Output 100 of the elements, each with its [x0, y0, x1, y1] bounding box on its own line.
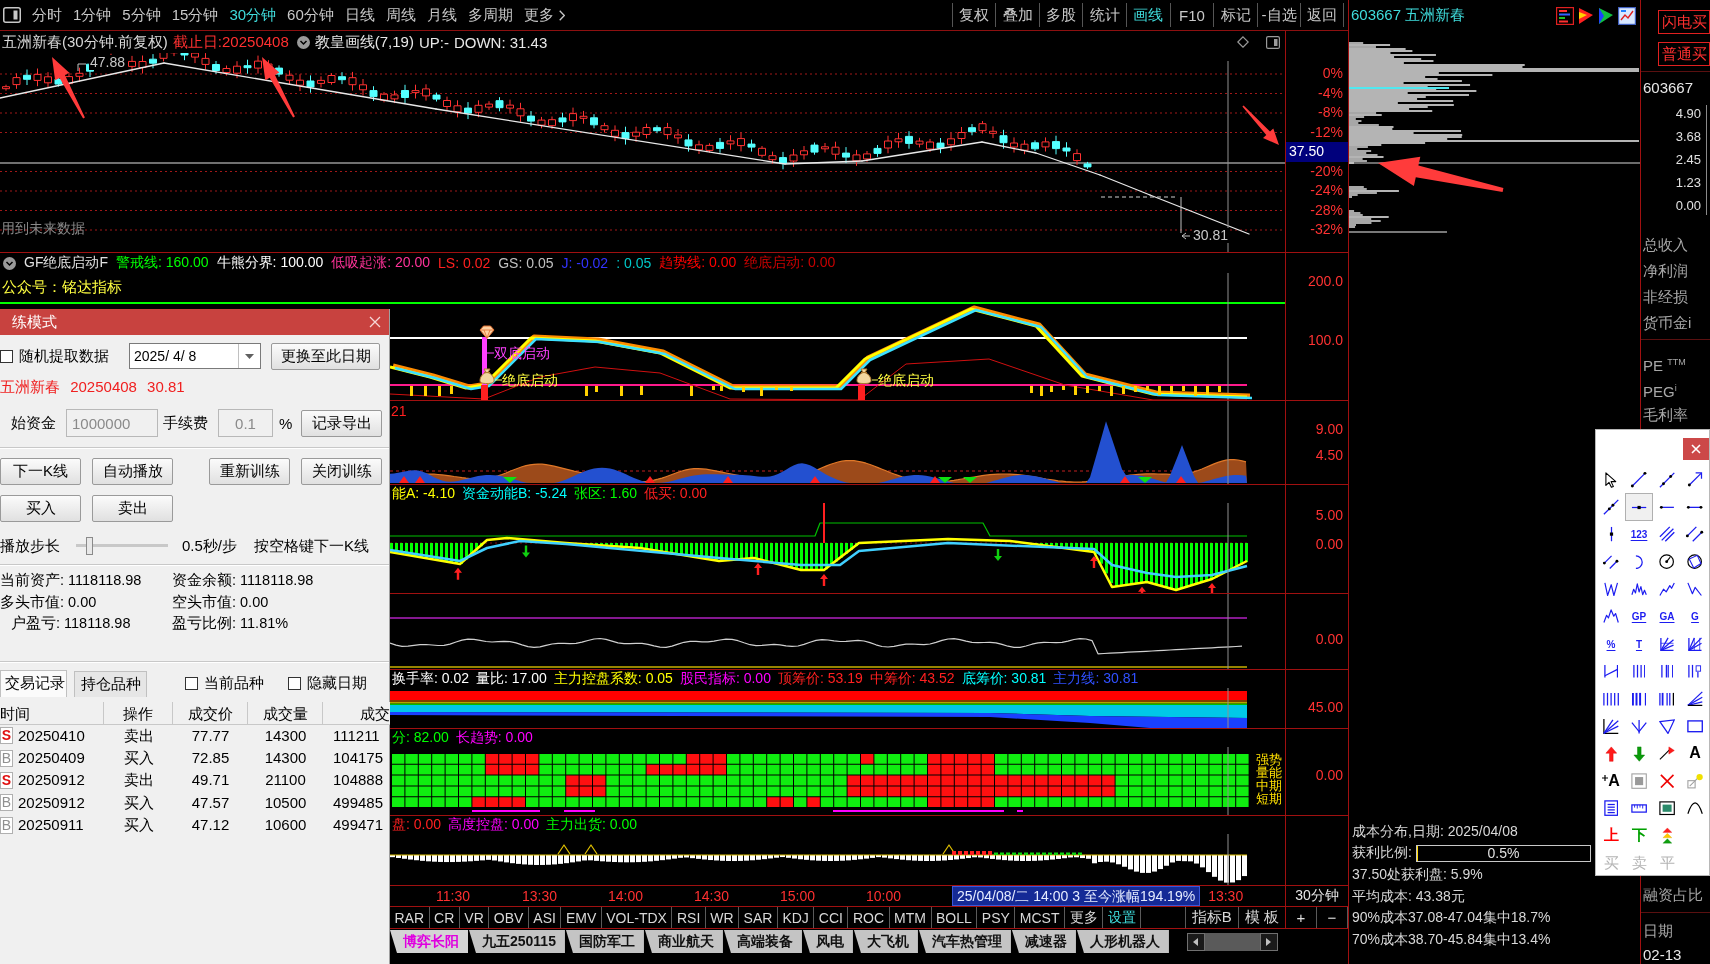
sector-tab[interactable]: 减速器	[1011, 930, 1076, 953]
tool-button[interactable]: A	[1681, 739, 1709, 768]
chevron-circle-icon[interactable]	[3, 256, 16, 270]
time-label: 14:00	[608, 888, 645, 904]
date-field[interactable]: 2025/ 4/ 8	[129, 343, 261, 369]
indicator-tab[interactable]: OBV	[489, 907, 529, 928]
axis-label: 5.00	[1314, 506, 1344, 524]
indicator-tab[interactable]: 更多	[1065, 907, 1103, 928]
scroll-left-button[interactable]	[1186, 932, 1205, 951]
tool-button[interactable]: %	[1597, 630, 1625, 658]
sector-tab[interactable]: 汽车热管理	[918, 930, 1011, 953]
panel-toggle-icon[interactable]	[1266, 35, 1280, 49]
chevron-circle-icon[interactable]	[296, 35, 310, 49]
indicator-tab[interactable]: RSI	[672, 907, 706, 928]
bars-icon[interactable]	[1556, 6, 1574, 25]
checkbox[interactable]	[0, 349, 13, 363]
sector-tab[interactable]: 国防军工	[565, 930, 644, 953]
period-tab[interactable]: 月线	[426, 5, 457, 25]
checkbox[interactable]	[185, 676, 198, 690]
sector-tab[interactable]: 风电	[802, 930, 853, 953]
toolbar-button[interactable]: 多股	[1038, 3, 1083, 27]
indicator-tab[interactable]: SAR	[739, 907, 778, 928]
dialog-button[interactable]: 买入	[0, 494, 81, 522]
change-date-button[interactable]: 更换至此日期	[271, 342, 380, 370]
tool-button[interactable]: T	[1625, 630, 1653, 658]
indicator-tab[interactable]: ASI	[528, 907, 562, 928]
dialog-button[interactable]: 自动播放	[92, 457, 173, 485]
zoom-button[interactable]: +	[1286, 907, 1317, 928]
dialog-button[interactable]: 下一K线	[0, 457, 81, 485]
flag-icon[interactable]	[1578, 6, 1594, 25]
indicator-tab[interactable]: EMV	[561, 907, 602, 928]
indicator-tab[interactable]: VOL-TDX	[601, 907, 673, 928]
dialog-button[interactable]: 关闭训练	[301, 457, 382, 485]
sector-tab[interactable]: 九五250115	[469, 930, 565, 953]
finance-label: 毛利率	[1642, 405, 1689, 424]
indicator-value: 低吸起涨: 20.00	[331, 254, 431, 272]
scroll-right-button[interactable]	[1259, 932, 1278, 951]
tool-button[interactable]: GP	[1625, 602, 1653, 631]
tool-button[interactable]	[1625, 493, 1653, 521]
sector-tab[interactable]: 商业航天	[644, 930, 723, 953]
indicator-tab[interactable]: MTM	[889, 907, 932, 928]
sidebar-toggle-icon[interactable]	[3, 7, 21, 23]
more-button[interactable]: 更多	[523, 5, 565, 25]
chart-icon[interactable]	[1618, 6, 1636, 25]
close-button[interactable]	[1683, 438, 1709, 460]
toolbar-button[interactable]: 画线	[1126, 3, 1170, 27]
toolbar-button[interactable]: 统计	[1082, 3, 1127, 27]
flag-icon[interactable]	[1598, 6, 1614, 25]
period-tab[interactable]: 分时	[32, 5, 62, 25]
tab[interactable]: 持仓品种	[74, 670, 147, 697]
row-label: 强势	[1256, 753, 1282, 766]
export-button[interactable]: 记录导出	[301, 409, 383, 437]
sector-tab[interactable]: 人形机器人	[1076, 930, 1169, 953]
toolbar-button[interactable]: 叠加	[995, 3, 1039, 27]
tab[interactable]: 交易记录	[0, 669, 67, 697]
indicator-tab[interactable]: 指标B	[1184, 907, 1238, 928]
scrollbar-thumb[interactable]	[1204, 932, 1260, 951]
table-cell-text: 20250410	[18, 725, 85, 746]
indicator-tab[interactable]: 模 板	[1237, 907, 1285, 928]
dialog-button[interactable]: 卖出	[92, 494, 173, 522]
dialog-button[interactable]: 重新训练	[209, 457, 290, 485]
settings-tab[interactable]: 设置	[1103, 907, 1141, 928]
indicator-tab[interactable]: CCI	[814, 907, 849, 928]
toolbar-button[interactable]: 标记	[1213, 3, 1257, 27]
buy-button[interactable]: 闪电买	[1658, 10, 1710, 34]
period-tab[interactable]: 1分钟	[73, 5, 112, 25]
period-tab[interactable]: 15分钟	[171, 5, 219, 25]
tool-button[interactable]: G	[1681, 602, 1709, 631]
checkbox[interactable]	[288, 676, 301, 690]
period-tab[interactable]: 多周期	[467, 5, 513, 25]
indicator-tab[interactable]: KDJ	[777, 907, 815, 928]
tool-button[interactable]: 123	[1625, 520, 1653, 549]
tool-button[interactable]: 上	[1597, 822, 1625, 850]
toolbar-button[interactable]: -自选	[1256, 3, 1301, 27]
period-tab[interactable]: 30分钟	[229, 5, 277, 25]
indicator-tab[interactable]: WR	[705, 907, 740, 928]
indicator-tab[interactable]: BOLL	[931, 907, 978, 928]
diamond-icon[interactable]	[1237, 36, 1249, 48]
period-tab[interactable]: 日线	[344, 5, 375, 25]
sector-tab[interactable]: 大飞机	[853, 930, 918, 953]
zoom-button[interactable]: −	[1317, 907, 1348, 928]
toolbar-button[interactable]: 返回	[1300, 3, 1344, 27]
indicator-tab[interactable]: CR	[429, 907, 460, 928]
period-tab[interactable]: 周线	[385, 5, 416, 25]
toolbar-button[interactable]: F10	[1169, 3, 1214, 27]
indicator-tab[interactable]: ROC	[848, 907, 890, 928]
period-tab[interactable]: 5分钟	[122, 5, 161, 25]
indicator-value: 换手率: 0.02	[392, 670, 470, 688]
indicator-tab[interactable]: VR	[459, 907, 490, 928]
toolbar-button[interactable]: 复权	[951, 3, 996, 27]
close-button[interactable]	[367, 314, 383, 330]
indicator-tab[interactable]: MCST	[1015, 907, 1065, 928]
sector-tab[interactable]: 高端装备	[723, 930, 802, 953]
slider-thumb[interactable]	[86, 537, 94, 555]
tool-button[interactable]: A	[1597, 767, 1625, 795]
buy-button[interactable]: 普通买	[1658, 42, 1710, 66]
tool-button[interactable]: GA	[1653, 602, 1681, 631]
axis-label: 0.00	[1314, 535, 1344, 553]
period-tab[interactable]: 60分钟	[287, 5, 334, 25]
indicator-tab[interactable]: PSY	[977, 907, 1016, 928]
